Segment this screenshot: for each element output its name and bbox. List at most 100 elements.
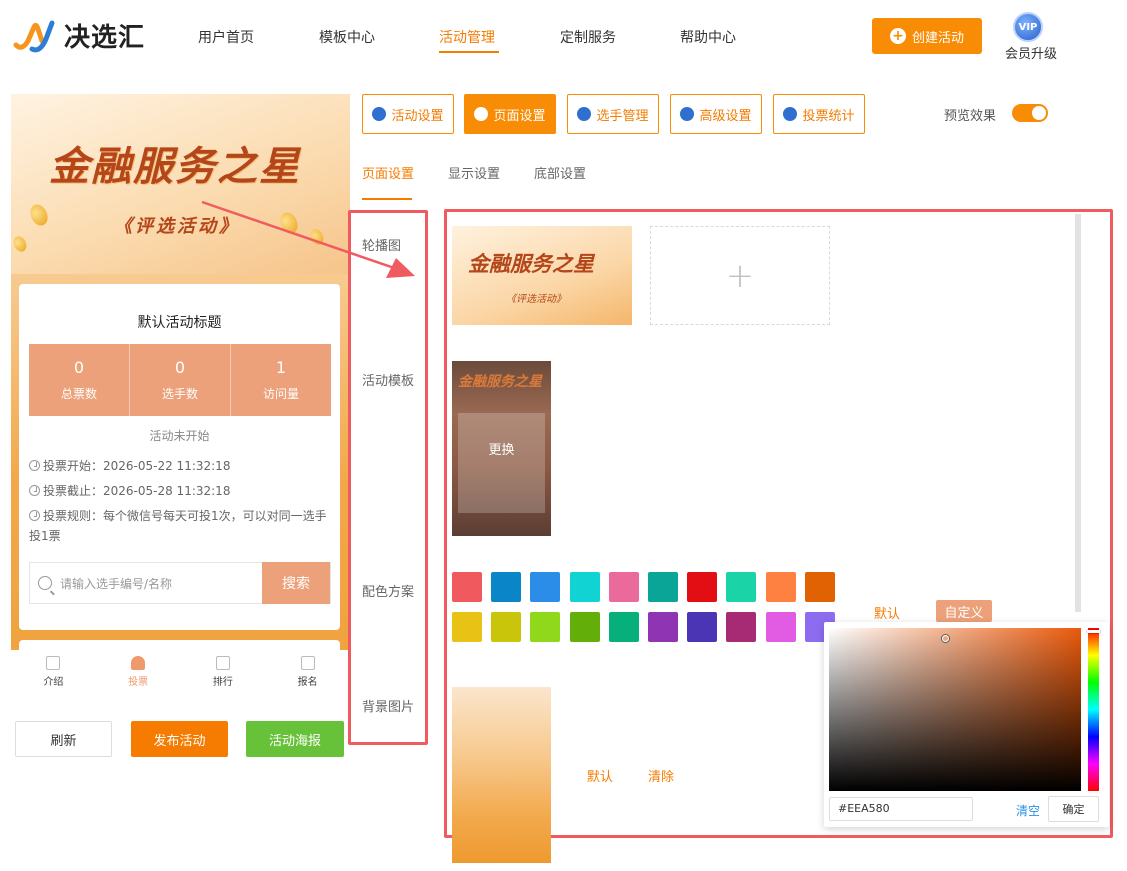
color-swatch[interactable] <box>687 572 718 602</box>
color-swatch[interactable] <box>687 612 718 642</box>
stat-visits: 1 访问量 <box>262 358 299 401</box>
color-swatch[interactable] <box>765 612 796 642</box>
vip-badge-icon[interactable]: VIP <box>1013 12 1043 42</box>
doc-icon <box>46 656 61 670</box>
logo-mark-icon <box>12 15 58 55</box>
subtab-footer-settings[interactable]: 底部设置 <box>534 163 586 182</box>
picker-confirm-button[interactable]: 确定 <box>1048 796 1099 822</box>
add-carousel-button[interactable]: + <box>650 226 830 325</box>
star-icon <box>372 107 387 121</box>
label-color-scheme: 配色方案 <box>362 585 415 600</box>
color-swatch[interactable] <box>452 612 482 642</box>
color-swatch[interactable] <box>648 612 678 642</box>
preview-toggle[interactable] <box>1012 104 1048 122</box>
coin-icon <box>11 234 29 254</box>
color-swatch[interactable] <box>726 572 757 602</box>
clock-icon <box>29 485 40 496</box>
subtab-display-settings[interactable]: 显示设置 <box>448 163 500 182</box>
annotation-box-labels <box>348 210 428 745</box>
color-picker-popup: #EEA580 清空 确定 <box>824 622 1109 827</box>
nav-template-center[interactable]: 模板中心 <box>319 27 375 47</box>
color-swatch[interactable] <box>491 612 522 642</box>
poster-button[interactable]: 活动海报 <box>246 721 344 757</box>
replace-template-button[interactable]: 更换 <box>452 439 551 458</box>
vip-upgrade-link[interactable]: 会员升级 <box>1005 43 1057 62</box>
background-image-thumbnail[interactable] <box>452 687 551 863</box>
tab-intro[interactable]: 介绍 <box>11 650 96 694</box>
logo-text: 决选汇 <box>64 22 146 53</box>
hex-input[interactable]: #EEA580 <box>829 797 973 821</box>
color-swatch[interactable] <box>608 572 639 602</box>
vote-rule: 投票规则：每个微信号每天可投1次，可以对同一选手投1票 <box>29 509 327 543</box>
carousel-image[interactable]: 金融服务之星 《评选活动》 <box>452 226 632 325</box>
tab-signup[interactable]: 报名 <box>265 650 350 694</box>
color-custom-button[interactable]: 自定义 <box>936 600 992 622</box>
subtab-page-settings[interactable]: 页面设置 <box>362 163 414 182</box>
page-settings-button[interactable]: 页面设置 <box>464 94 556 134</box>
bg-default-button[interactable]: 默认 <box>587 766 613 785</box>
label-background: 背景图片 <box>362 700 415 715</box>
color-swatch[interactable] <box>608 612 639 642</box>
create-activity-label: 创建活动 <box>911 30 964 46</box>
hue-slider[interactable] <box>1088 628 1099 791</box>
stat-candidates: 0 选手数 <box>130 344 231 416</box>
info-icon <box>29 510 40 521</box>
picker-clear-button[interactable]: 清空 <box>1016 802 1040 819</box>
activity-settings-button[interactable]: 活动设置 <box>362 94 454 134</box>
color-swatch[interactable] <box>530 572 561 602</box>
color-default-button[interactable]: 默认 <box>874 603 900 622</box>
vote-statistics-button[interactable]: 投票统计 <box>773 94 865 134</box>
color-swatch[interactable] <box>765 572 796 602</box>
candidate-management-button[interactable]: 选手管理 <box>567 94 659 134</box>
publish-button[interactable]: 发布活动 <box>131 721 228 757</box>
nav-custom-service[interactable]: 定制服务 <box>560 27 616 47</box>
tab-vote[interactable]: 投票 <box>96 650 181 694</box>
settings-icon <box>680 107 695 121</box>
color-swatch[interactable] <box>648 572 678 602</box>
refresh-button[interactable]: 刷新 <box>15 721 112 757</box>
preview-tabbar: 介绍 投票 排行 报名 <box>11 650 350 694</box>
color-swatch[interactable] <box>569 612 600 642</box>
activity-title: 默认活动标题 <box>137 315 222 331</box>
template-thumb-card <box>458 413 545 513</box>
color-swatch[interactable] <box>726 612 757 642</box>
carousel-image-subtitle: 《评选活动》 <box>506 294 566 305</box>
hue-thumb[interactable] <box>1087 630 1100 633</box>
bg-clear-button[interactable]: 清除 <box>648 766 674 785</box>
activity-status: 活动未开始 <box>149 429 210 443</box>
color-swatch[interactable] <box>804 572 835 602</box>
user-icon <box>131 656 146 670</box>
users-icon <box>577 107 592 121</box>
tab-ranking[interactable]: 排行 <box>181 650 266 694</box>
signup-icon <box>300 656 315 670</box>
search-input[interactable]: 请输入选手编号/名称 <box>60 575 262 592</box>
clock-icon <box>29 460 40 471</box>
gear-icon <box>474 107 489 121</box>
stats-bar: 0 总票数 0 选手数 1 访问量 <box>29 344 331 416</box>
create-activity-button[interactable]: + 创建活动 <box>872 18 982 54</box>
vote-start-time: 投票开始：2026-05-22 11:32:18 <box>29 456 230 476</box>
color-swatch[interactable] <box>569 572 600 602</box>
template-thumbnail[interactable]: 金融服务之星 更换 <box>452 361 551 536</box>
scrollbar[interactable] <box>1075 214 1081 612</box>
saturation-value-area[interactable] <box>829 628 1081 791</box>
nav-help-center[interactable]: 帮助中心 <box>680 27 736 47</box>
picker-cursor[interactable] <box>942 635 949 642</box>
advanced-settings-button[interactable]: 高级设置 <box>670 94 762 134</box>
carousel-image-title: 金融服务之星 <box>468 251 594 276</box>
color-swatch[interactable] <box>452 572 482 602</box>
nav-user-home[interactable]: 用户首页 <box>198 27 254 47</box>
coin-icon <box>27 201 51 229</box>
color-swatch[interactable] <box>530 612 561 642</box>
annotation-arrow-icon <box>201 200 415 278</box>
nav-activity-management[interactable]: 活动管理 <box>439 27 495 47</box>
label-template: 活动模板 <box>362 374 415 389</box>
nav-active-indicator <box>439 51 499 53</box>
logo[interactable]: 决选汇 <box>12 14 162 56</box>
search-button[interactable]: 搜索 <box>262 562 330 604</box>
banner-title: 金融服务之星 <box>49 143 301 190</box>
next-card-edge <box>19 640 340 650</box>
color-swatch[interactable] <box>491 572 522 602</box>
plus-circle-icon: + <box>889 28 906 44</box>
activity-info-card: 默认活动标题 0 总票数 0 选手数 1 访问量 活动未开始 投票开始：2026-05… <box>19 284 340 630</box>
